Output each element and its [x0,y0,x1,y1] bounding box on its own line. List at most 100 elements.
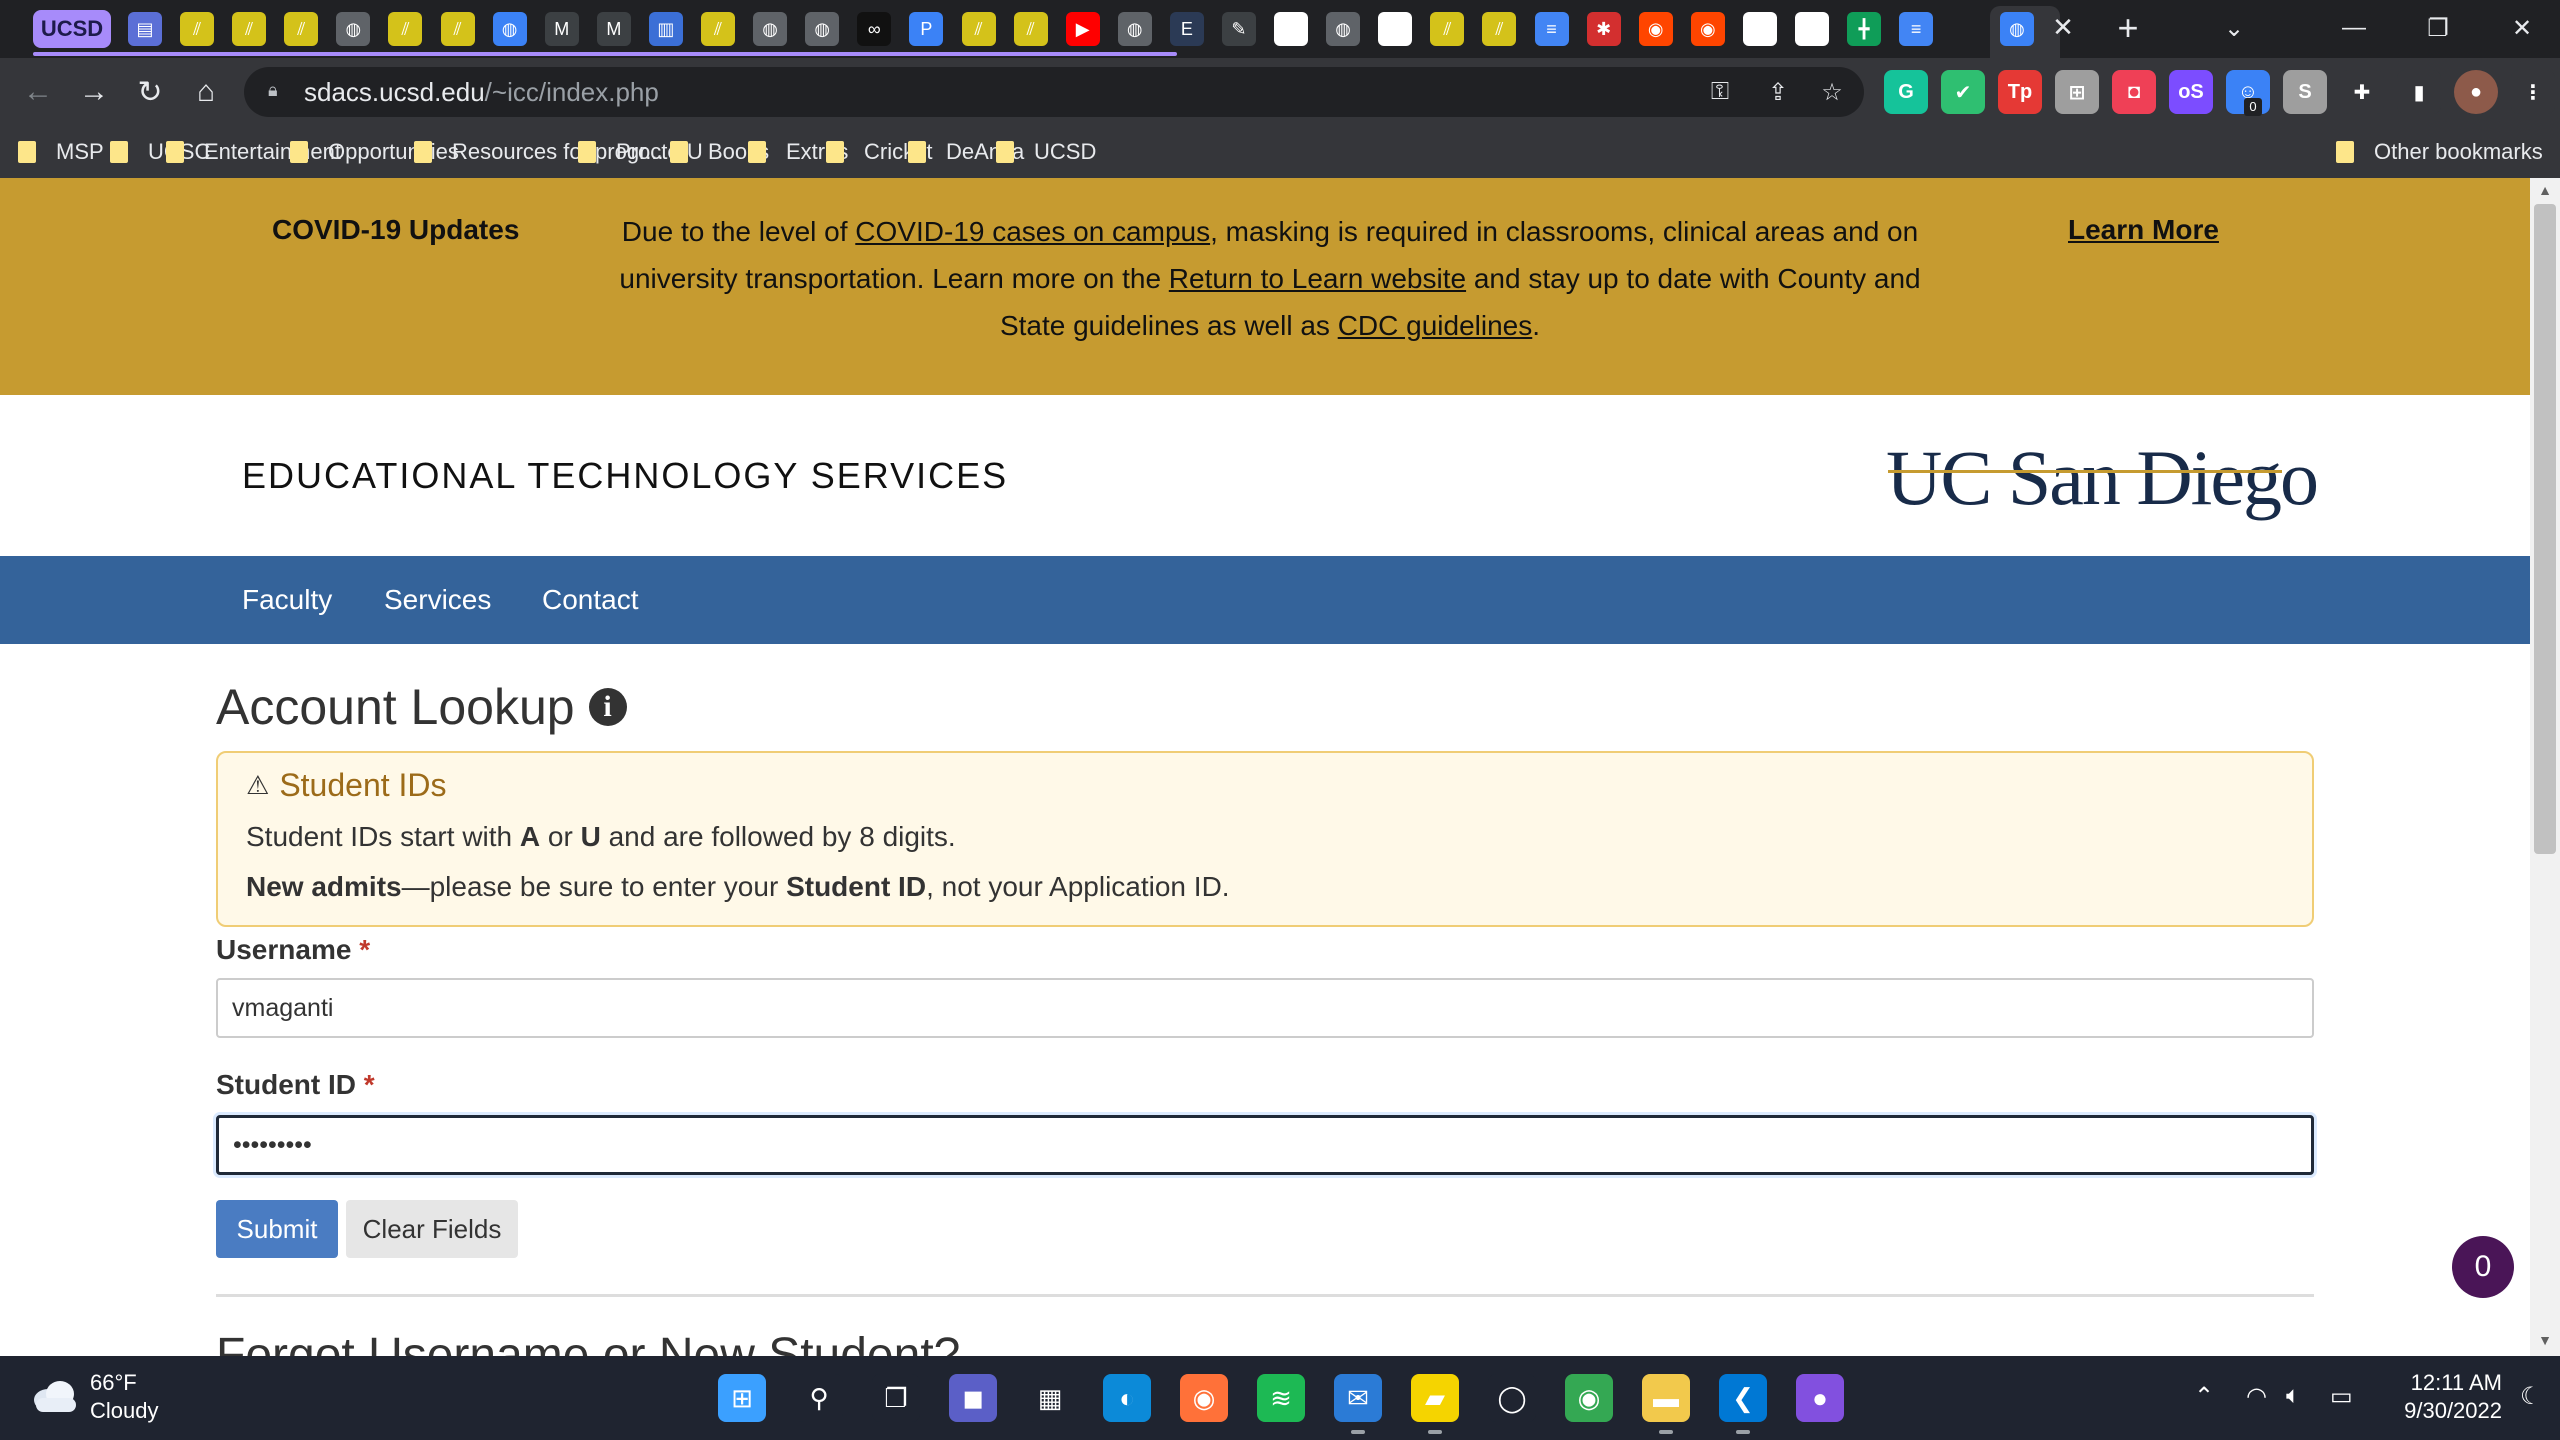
key-icon[interactable]: ⚿ [1704,76,1736,108]
globe-icon[interactable]: ◍ [753,12,788,46]
page-scrollbar[interactable]: ▲ ▼ [2530,178,2560,1356]
search-icon[interactable]: ⚲ [795,1374,843,1422]
striped-icon[interactable]: ⫽ [1013,12,1048,46]
tab-group-ucsd[interactable]: UCSD [33,10,111,48]
link-icon[interactable]: ∞ [857,12,892,46]
markdown-icon[interactable]: M [544,12,579,46]
striped-icon[interactable]: ⫽ [232,12,267,46]
clear-fields-button[interactable]: Clear Fields [346,1200,518,1258]
side-panel-icon[interactable]: ▮ [2397,70,2441,114]
bar-chart-icon[interactable]: ▥ [648,12,683,46]
back-button[interactable]: ← [16,70,60,114]
globe-icon[interactable]: ◍ [336,12,371,46]
ece-ucsd-icon[interactable]: E [1169,12,1204,46]
edge-icon[interactable]: ◐ [1103,1374,1151,1422]
os-icon[interactable]: oS [2169,70,2213,114]
red-gear-icon[interactable]: ✱ [1586,12,1621,46]
clock-time[interactable]: 12:11 AM [2402,1370,2502,1396]
google-docs-icon[interactable]: ≡ [1899,12,1934,46]
notion-icon[interactable]: N [1378,12,1413,46]
return-to-learn-link[interactable]: Return to Learn website [1169,263,1466,294]
puzzle-icon[interactable]: ✚ [2340,70,2384,114]
globe-icon[interactable]: ◍ [805,12,840,46]
cortana-icon[interactable]: ◯ [1488,1374,1536,1422]
bookmark-item[interactable]: UCSD [996,136,1096,168]
youtube-icon[interactable]: ▶ [1065,12,1100,46]
google-docs-icon[interactable]: ≡ [1534,12,1569,46]
scrollbar-thumb[interactable] [2534,204,2556,854]
teams-chat-icon[interactable]: ◼ [949,1374,997,1422]
pocket-icon[interactable]: ◘ [2112,70,2156,114]
doc-icon[interactable]: ▤ [128,12,162,46]
extension-gray-icon[interactable]: ⊞ [2055,70,2099,114]
file-explorer-icon[interactable]: ▬ [1642,1374,1690,1434]
scroll-up-icon[interactable]: ▲ [2536,182,2554,200]
start-icon[interactable]: ⊞ [718,1374,766,1422]
striped-icon[interactable]: ⫽ [1430,12,1465,46]
google-sheets-icon[interactable]: ╋ [1847,12,1882,46]
s-icon[interactable]: S [2283,70,2327,114]
info-icon[interactable]: i [588,688,627,726]
username-input[interactable] [216,978,2314,1038]
google-icon[interactable]: G [1795,12,1829,46]
globe-icon[interactable]: ◍ [1326,12,1361,46]
scroll-down-icon[interactable]: ▼ [2536,1332,2554,1350]
battery-icon[interactable]: ▭ [2330,1382,2353,1411]
clock-date[interactable]: 9/30/2022 [2380,1398,2502,1424]
site-title[interactable]: EDUCATIONAL TECHNOLOGY SERVICES [242,455,1008,497]
bookmark-item[interactable]: MSP [18,136,104,168]
share-icon[interactable]: ⇪ [1762,76,1794,108]
chevron-up-icon[interactable]: ⌃ [2194,1382,2214,1411]
chat-badge-button[interactable]: 0 [2452,1236,2514,1298]
mail-icon[interactable]: ✉ [1334,1374,1382,1434]
new-tab-button[interactable]: + [2110,7,2146,48]
weather-condition[interactable]: Cloudy [90,1398,158,1424]
covid-cases-link[interactable]: COVID-19 cases on campus [855,216,1210,247]
reddit-icon[interactable]: ◉ [1690,12,1725,46]
close-tab-icon[interactable]: ✕ [2048,12,2078,42]
tab-search-icon[interactable]: ⌄ [2212,8,2256,48]
grammarly-icon[interactable]: G [1884,70,1928,114]
globe-blue-icon[interactable]: ◍ [492,12,527,46]
home-button[interactable]: ⌂ [184,70,228,114]
chrome-icon[interactable]: ◉ [1565,1374,1613,1422]
volume-icon[interactable]: 🔈︎ [2286,1382,2300,1410]
other-bookmarks[interactable]: Other bookmarks [2336,136,2543,168]
url-text[interactable]: sdacs.ucsd.edu/~icc/index.php [304,77,659,108]
restore-button[interactable]: ❐ [2416,8,2460,48]
striped-icon[interactable]: ⫽ [440,12,475,46]
p-icon[interactable]: P [909,12,944,46]
globe-icon[interactable]: ◍ [1117,12,1152,46]
vscode-icon[interactable]: ❮ [1719,1374,1767,1434]
learn-more-link[interactable]: Learn More [2068,214,2219,246]
nav-services[interactable]: Services [384,584,491,616]
edit-icon[interactable]: ✎ [1221,12,1256,46]
lock-icon[interactable]: 🔒︎ [268,80,292,104]
spotify-icon[interactable]: ≋ [1257,1374,1305,1422]
weather-temperature[interactable]: 66°F [90,1370,137,1396]
task-view-icon[interactable]: ❐ [872,1374,920,1422]
striped-icon[interactable]: ⫽ [180,12,215,46]
github-desktop-icon[interactable]: ● [1796,1374,1844,1422]
ucsd-logo[interactable]: UC San Diego [1886,433,2319,523]
firefox-icon[interactable]: ◉ [1180,1374,1228,1422]
cloud-icon[interactable] [30,1376,80,1416]
nav-contact[interactable]: Contact [542,584,639,616]
cdc-guidelines-link[interactable]: CDC guidelines [1338,310,1533,341]
student-id-input[interactable] [216,1115,2314,1175]
striped-icon[interactable]: ⫽ [284,12,319,46]
sticky-notes-icon[interactable]: ▰ [1411,1374,1459,1434]
forward-button[interactable]: → [72,70,116,114]
moon-icon[interactable]: ☾ [2520,1382,2542,1411]
striped-icon[interactable]: ⫽ [1482,12,1517,46]
avatar[interactable]: ● [2454,70,2498,114]
address-bar[interactable]: 🔒︎ sdacs.ucsd.edu/~icc/index.php ⚿ ⇪ ☆ [244,67,1864,117]
google-icon[interactable]: G [1742,12,1777,46]
shield-icon[interactable]: ✔ [1941,70,1985,114]
markdown-faded-icon[interactable]: M [596,12,631,46]
reload-button[interactable]: ↻ [128,70,172,114]
bookmark-star-icon[interactable]: ☆ [1816,76,1848,108]
reddit-icon[interactable]: ◉ [1638,12,1673,46]
minimize-button[interactable]: — [2332,8,2376,48]
github-icon[interactable]: ● [1274,12,1309,46]
